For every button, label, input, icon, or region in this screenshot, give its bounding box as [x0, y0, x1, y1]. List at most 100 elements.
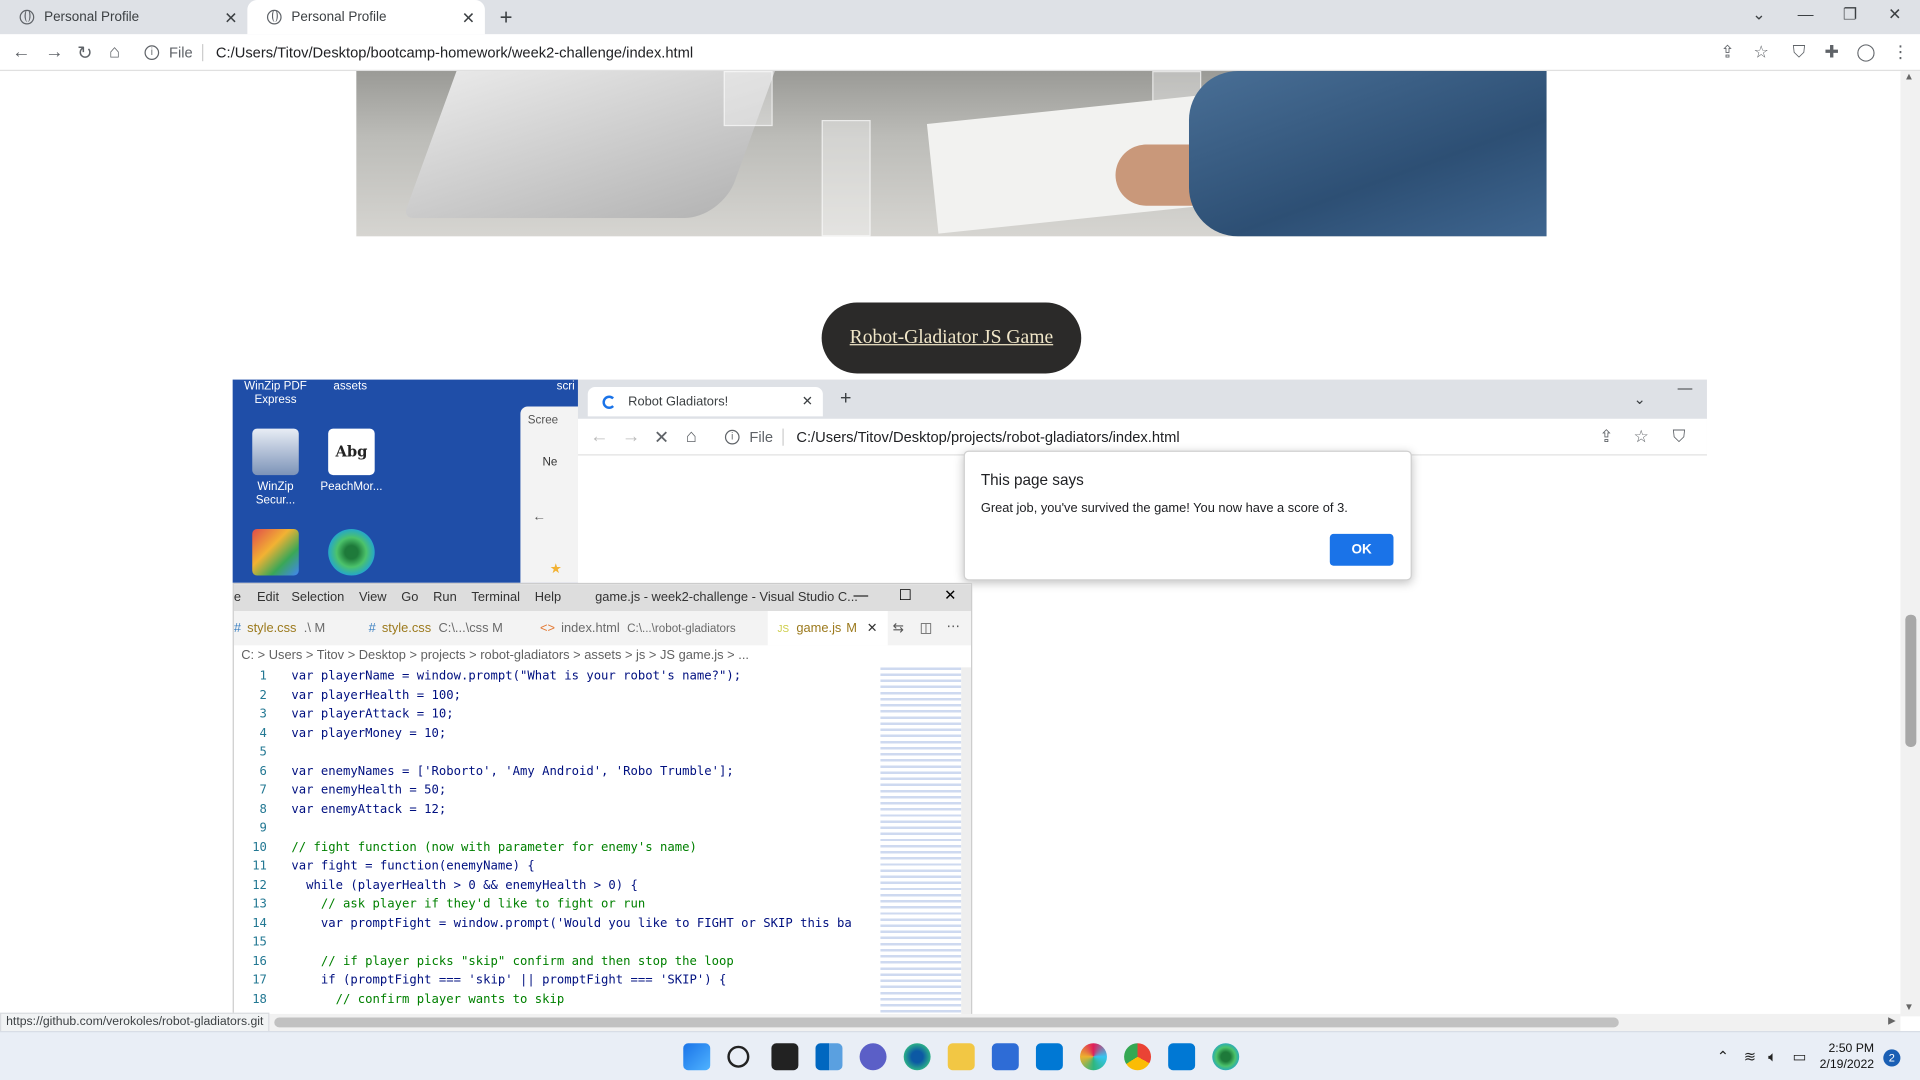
close-icon[interactable]: ✕ [867, 621, 878, 636]
code-line[interactable]: 1 var playerName = window.prompt("What is… [234, 667, 881, 686]
menu-edit[interactable]: Edit [257, 590, 279, 605]
close-icon[interactable]: ✕ [802, 393, 813, 409]
menu-go[interactable]: Go [401, 590, 418, 605]
profile-icon[interactable]: ◯ [1856, 42, 1875, 63]
menu-file[interactable]: e [234, 590, 241, 605]
code-line[interactable]: 14 var promptFight = window.prompt('Woul… [234, 914, 881, 933]
robot-gladiator-game-link[interactable]: Robot-Gladiator JS Game [821, 302, 1082, 374]
code-line[interactable]: 15 [234, 933, 881, 952]
url-text[interactable]: C:/Users/Titov/Desktop/projects/robot-gl… [791, 429, 1179, 446]
page-vertical-scrollbar[interactable]: ▲ ▼ [1900, 71, 1920, 1017]
tab-search-icon[interactable]: ⌄ [1752, 5, 1765, 25]
scroll-right-icon[interactable]: ▶ [1888, 1015, 1896, 1026]
close-icon[interactable]: ✕ [462, 9, 475, 29]
close-icon[interactable]: ✕ [944, 587, 956, 604]
battery-icon[interactable]: ▭ [1793, 1048, 1807, 1065]
system-clock[interactable]: 2:50 PM 2/19/2022 [1820, 1041, 1874, 1073]
winzip-secure-icon[interactable] [252, 428, 299, 476]
wifi-icon[interactable]: ≋ [1744, 1048, 1756, 1065]
app-shortcut-icon[interactable] [252, 528, 299, 576]
tab-index-html[interactable]: <> index.html C:\...\robot-gladiators [540, 611, 760, 645]
home-icon[interactable]: ⌂ [109, 42, 120, 63]
back-icon[interactable]: ← [12, 42, 30, 63]
address-bar[interactable]: i File C:/Users/Titov/Desktop/bootcamp-h… [144, 39, 1785, 66]
code-line[interactable]: 5 [234, 743, 881, 762]
vscode-icon[interactable] [1168, 1043, 1196, 1071]
share-icon[interactable]: ⇪ [1599, 426, 1613, 447]
edge-dev-icon[interactable] [1212, 1043, 1240, 1071]
search-icon[interactable] [727, 1045, 750, 1068]
chevron-up-icon[interactable]: ⌃ [1717, 1048, 1729, 1065]
tab-robot-gladiators[interactable]: Robot Gladiators! ✕ [587, 386, 823, 417]
minimap[interactable] [880, 667, 962, 1016]
info-icon[interactable]: i [724, 429, 740, 445]
mail-icon[interactable] [1035, 1043, 1063, 1071]
minimize-icon[interactable]: — [1678, 380, 1693, 397]
ok-button[interactable]: OK [1329, 533, 1394, 566]
tab-style-css-1[interactable]: # style.css .\ M [234, 611, 361, 645]
file-explorer-icon[interactable] [947, 1043, 975, 1071]
code-line[interactable]: 4 var playerMoney = 10; [234, 724, 881, 743]
code-line[interactable]: 8 var enemyAttack = 12; [234, 800, 881, 819]
bookmark-star-icon[interactable]: ☆ [1633, 426, 1648, 447]
scroll-thumb[interactable] [274, 1017, 1619, 1028]
address-bar[interactable]: i File C:/Users/Titov/Desktop/projects/r… [724, 424, 1582, 451]
bookmark-star-icon[interactable]: ☆ [1753, 42, 1768, 63]
forward-icon[interactable]: → [622, 426, 640, 447]
back-icon[interactable]: ← [533, 509, 546, 524]
tab-personal-profile-2[interactable]: Personal Profile ✕ [247, 0, 485, 35]
tab-search-icon[interactable]: ⌄ [1633, 391, 1645, 408]
minimize-icon[interactable]: — [1798, 5, 1814, 23]
edge-dev-icon[interactable] [328, 528, 375, 576]
reload-icon[interactable]: ↻ [77, 42, 92, 64]
code-line[interactable]: 18 // confirm player wants to skip [234, 990, 881, 1009]
share-icon[interactable]: ⇪ [1720, 42, 1734, 63]
minimize-icon[interactable]: — [853, 587, 868, 604]
code-line[interactable]: 9 [234, 819, 881, 838]
extensions-icon[interactable]: ✚ [1825, 42, 1839, 63]
code-line[interactable]: 16 // if player picks "skip" confirm and… [234, 952, 881, 971]
split-editor-icon[interactable]: ◫ [920, 620, 933, 636]
back-icon[interactable]: ← [590, 426, 608, 447]
edge-icon[interactable] [903, 1043, 931, 1071]
tab-game-js[interactable]: JS game.js M ✕ [767, 611, 888, 646]
tab-style-css-2[interactable]: # style.css C:\...\css M [369, 611, 528, 645]
breadcrumb[interactable]: C: > Users > Titov > Desktop > projects … [241, 648, 749, 663]
stop-icon[interactable]: ✕ [654, 426, 669, 448]
notification-badge[interactable]: 2 [1883, 1049, 1901, 1067]
menu-terminal[interactable]: Terminal [471, 590, 520, 605]
menu-view[interactable]: View [359, 590, 387, 605]
code-line[interactable]: 3 var playerAttack = 10; [234, 705, 881, 724]
store-icon[interactable] [991, 1043, 1019, 1071]
code-line[interactable]: 7 var enemyHealth = 50; [234, 781, 881, 800]
new-tab-icon[interactable]: + [500, 5, 513, 31]
chrome-icon[interactable] [1124, 1043, 1152, 1071]
url-text[interactable]: C:/Users/Titov/Desktop/bootcamp-homework… [211, 44, 693, 61]
scroll-up-icon[interactable]: ▲ [1904, 71, 1914, 82]
code-line[interactable]: 13 // ask player if they'd like to fight… [234, 895, 881, 914]
code-line[interactable]: 6 var enemyNames = ['Roborto', 'Amy Andro… [234, 762, 881, 781]
shield-icon[interactable]: ⛉ [1673, 426, 1686, 447]
menu-run[interactable]: Run [433, 590, 457, 605]
code-line[interactable]: 10 // fight function (now with parameter … [234, 838, 881, 857]
info-icon[interactable]: i [144, 45, 160, 61]
maximize-icon[interactable]: ☐ [899, 587, 912, 604]
chat-icon[interactable] [859, 1043, 887, 1071]
home-icon[interactable]: ⌂ [686, 426, 697, 447]
slack-icon[interactable] [1080, 1043, 1107, 1071]
compare-icon[interactable]: ⇆ [893, 620, 904, 636]
editor-scrollbar[interactable] [961, 667, 972, 1016]
forward-icon[interactable]: → [45, 42, 63, 63]
more-actions-icon[interactable]: ⋯ [947, 618, 960, 635]
code-line[interactable]: 12 while (playerHealth > 0 && enemyHealt… [234, 876, 881, 895]
menu-icon[interactable]: ⋮ [1892, 42, 1909, 63]
menu-help[interactable]: Help [535, 590, 561, 605]
scroll-thumb[interactable] [1905, 614, 1917, 747]
code-line[interactable]: 11 var fight = function(enemyName) { [234, 857, 881, 876]
restore-icon[interactable]: ❐ [1843, 5, 1857, 25]
task-view-icon[interactable] [771, 1043, 799, 1071]
code-line[interactable]: 2 var playerHealth = 100; [234, 686, 881, 705]
volume-icon[interactable]: 🔈︎ [1768, 1048, 1777, 1066]
close-window-icon[interactable]: ✕ [1888, 5, 1901, 25]
menu-selection[interactable]: Selection [291, 590, 344, 605]
